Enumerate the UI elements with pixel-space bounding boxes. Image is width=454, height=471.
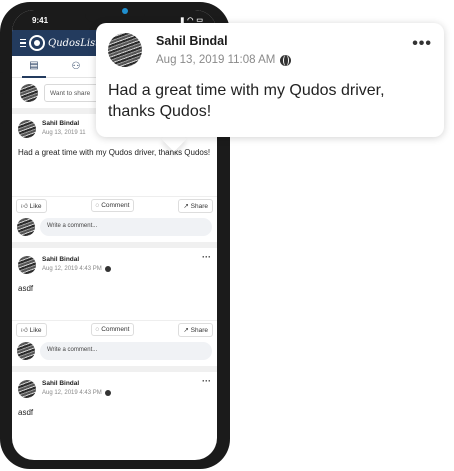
- volume-button-2: [0, 102, 3, 124]
- post-author[interactable]: Sahil Bindal: [42, 256, 111, 263]
- like-label: Like: [29, 202, 42, 210]
- camera-dot: [122, 8, 128, 14]
- post-actions: 👍︎ Like ◌ Comment ↗ Share: [12, 196, 217, 214]
- tab-friends[interactable]: ⚇: [64, 56, 88, 78]
- share-label: Share: [190, 326, 208, 334]
- avatar: [18, 120, 36, 138]
- card-date-text: Aug 13, 2019 11:08 AM: [156, 54, 276, 66]
- share-button[interactable]: ↗ Share: [178, 198, 213, 213]
- post-actions: 👍︎ Like ◌ Comment ↗ Share: [12, 320, 217, 338]
- people-icon: ⚇: [71, 61, 81, 72]
- comment-icon: ◌: [95, 202, 100, 209]
- post-date-text: Aug 12, 2019 4:43 PM: [42, 266, 102, 272]
- status-time: 9:41: [32, 15, 49, 25]
- more-options-icon[interactable]: •••: [412, 35, 432, 53]
- avatar: [108, 33, 142, 67]
- post-author[interactable]: Sahil Bindal: [42, 380, 111, 387]
- comment-icon: ◌: [95, 326, 100, 333]
- comment-input[interactable]: Write a comment...: [40, 218, 212, 236]
- globe-icon: [280, 54, 292, 66]
- thumbs-up-icon: 👍︎: [21, 202, 28, 210]
- post-author[interactable]: Sahil Bindal: [42, 120, 86, 127]
- notch: [84, 10, 145, 22]
- globe-icon: [104, 266, 111, 272]
- comment-input[interactable]: Write a comment...: [40, 342, 212, 360]
- share-button[interactable]: ↗ Share: [178, 322, 213, 337]
- thumbs-up-icon: 👍︎: [21, 326, 28, 334]
- post-text: asdf: [18, 284, 34, 293]
- post-date: Aug 12, 2019 4:43 PM: [42, 266, 111, 272]
- post-text: Had a great time with my Qudos driver, t…: [18, 148, 211, 157]
- feed-icon: ▤: [29, 60, 39, 71]
- post-date-text: Aug 12, 2019 4:43 PM: [42, 390, 102, 396]
- like-label: Like: [29, 326, 42, 334]
- tab-feed[interactable]: ▤: [22, 56, 46, 78]
- post-header: Sahil Bindal Aug 12, 2019 4:43 PM ···: [12, 248, 217, 274]
- like-button[interactable]: 👍︎ Like: [16, 322, 47, 337]
- post-popup-card: Sahil Bindal Aug 13, 2019 11:08 AM ••• H…: [96, 23, 444, 137]
- share-icon: ↗: [183, 326, 189, 334]
- comment-row: Write a comment...: [12, 338, 217, 366]
- card-author[interactable]: Sahil Bindal: [156, 34, 291, 48]
- post-date: Aug 12, 2019 4:43 PM: [42, 390, 111, 396]
- menu-icon[interactable]: [20, 38, 26, 48]
- avatar: [18, 256, 36, 274]
- post-header: Sahil Bindal Aug 12, 2019 4:43 PM ···: [12, 372, 217, 398]
- card-text: Had a great time with my Qudos driver, t…: [108, 82, 385, 120]
- comment-button[interactable]: ◌ Comment: [90, 199, 135, 212]
- share-icon: ↗: [183, 202, 189, 210]
- globe-icon: [104, 390, 111, 396]
- card-date: Aug 13, 2019 11:08 AM: [156, 54, 292, 66]
- post-text: asdf: [18, 408, 34, 417]
- comment-label: Comment: [101, 202, 130, 209]
- comment-row: Write a comment...: [12, 214, 217, 242]
- stage: 9:41 ▮ ◠ ▭ QudosList ▤ ⚇ Want to share S…: [0, 0, 454, 471]
- post: Sahil Bindal Aug 12, 2019 4:43 PM ··· as…: [12, 248, 217, 372]
- comment-label: Comment: [101, 326, 130, 333]
- like-button[interactable]: 👍︎ Like: [16, 198, 47, 213]
- logo-icon: [29, 35, 45, 51]
- avatar: [17, 218, 35, 236]
- volume-button: [0, 72, 3, 94]
- post: Sahil Bindal Aug 12, 2019 4:43 PM ··· as…: [12, 372, 217, 419]
- post-date-text: Aug 13, 2019 11: [42, 130, 86, 136]
- logo-text: QudosList: [48, 37, 100, 49]
- avatar: [18, 380, 36, 398]
- comment-button[interactable]: ◌ Comment: [90, 323, 135, 336]
- card-header: Sahil Bindal Aug 13, 2019 11:08 AM: [108, 33, 432, 67]
- post-date: Aug 13, 2019 11: [42, 130, 86, 136]
- share-label: Share: [190, 202, 208, 210]
- avatar: [20, 84, 38, 102]
- avatar: [17, 342, 35, 360]
- more-options-icon[interactable]: ···: [202, 376, 211, 386]
- more-options-icon[interactable]: ···: [202, 252, 211, 262]
